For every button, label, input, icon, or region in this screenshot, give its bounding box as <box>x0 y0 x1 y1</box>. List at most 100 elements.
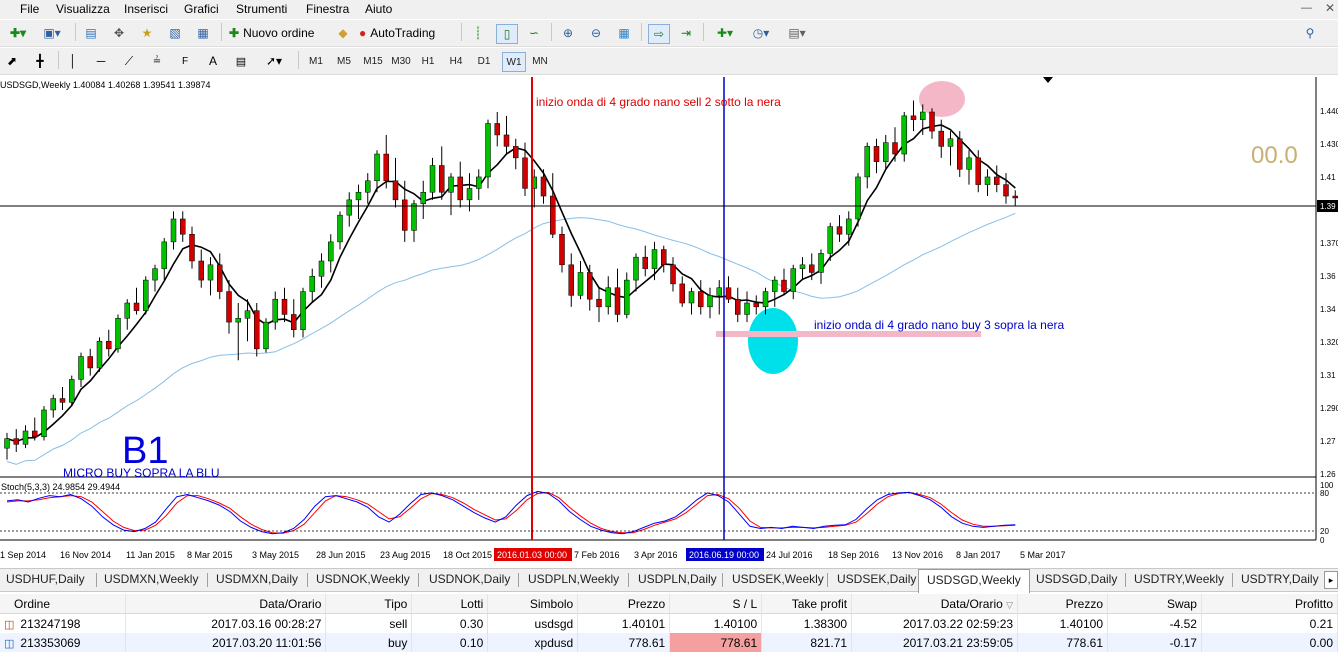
search-icon[interactable]: ⚲ <box>1300 24 1320 42</box>
col-header[interactable]: Data/Orario <box>125 594 327 614</box>
col-header[interactable]: Simbolo <box>487 594 579 614</box>
text-icon[interactable]: A <box>204 52 222 70</box>
tab-usdtry-weekly[interactable]: USDTRY,Weekly <box>1134 572 1224 586</box>
crosshair-icon[interactable]: ╋ <box>30 52 50 70</box>
big-value-label: 00.0 <box>1251 142 1298 169</box>
navigator-icon[interactable]: ★ <box>138 24 156 42</box>
menu-grafici[interactable]: Grafici <box>184 2 219 16</box>
vertical-line-icon[interactable]: │ <box>64 52 82 70</box>
col-header[interactable]: Take profit <box>761 594 853 614</box>
symbol: usdsgd <box>487 613 579 633</box>
minimize-icon[interactable]: — <box>1301 2 1312 14</box>
fibonacci-icon[interactable]: F <box>176 52 194 70</box>
stop-loss: 1.40100 <box>669 613 763 633</box>
col-header[interactable]: Data/Orario ▽ <box>851 594 1019 614</box>
col-header[interactable]: Ordine <box>0 594 127 614</box>
terminal-icon[interactable]: ▧ <box>166 24 184 42</box>
tf-h4[interactable]: H4 <box>446 52 466 70</box>
templates-icon[interactable]: ▤▾ <box>782 24 812 42</box>
autotrading-button[interactable]: ● AutoTrading <box>359 24 455 42</box>
candle <box>115 314 121 353</box>
arrows-icon[interactable]: ➚▾ <box>260 52 288 70</box>
chart-shift-icon[interactable]: ⇥ <box>676 24 696 42</box>
menu-inserisci[interactable]: Inserisci <box>124 2 168 16</box>
tf-m15[interactable]: M15 <box>361 52 385 70</box>
date-label: 8 Jan 2017 <box>956 550 1001 560</box>
col-header[interactable]: Prezzo <box>1017 594 1109 614</box>
close-icon[interactable]: ✕ <box>1325 1 1335 15</box>
profiles-icon[interactable]: ▣▾ <box>37 24 67 42</box>
tab-usdsek-daily[interactable]: USDSEK,Daily <box>837 572 916 586</box>
menu-visualizza[interactable]: Visualizza <box>56 2 110 16</box>
horizontal-line-icon[interactable]: ─ <box>92 52 110 70</box>
tabs-scroll-right-icon[interactable]: ▸ <box>1324 571 1338 589</box>
col-header[interactable]: S / L <box>669 594 763 614</box>
tab-usdnok-daily[interactable]: USDNOK,Daily <box>429 572 510 586</box>
candlestick-icon[interactable]: ▯ <box>496 24 518 44</box>
market-watch-icon[interactable]: ▤ <box>82 24 100 42</box>
tf-m30[interactable]: M30 <box>389 52 413 70</box>
tab-usdsek-weekly[interactable]: USDSEK,Weekly <box>732 572 824 586</box>
trendline-icon[interactable]: ⟋ <box>120 52 138 70</box>
lots: 0.30 <box>411 613 489 633</box>
menu-aiuto[interactable]: Aiuto <box>365 2 392 16</box>
micro-buy-label: MICRO BUY SOPRA LA BLU <box>63 466 220 480</box>
tab-usdtry-daily[interactable]: USDTRY,Daily <box>1241 572 1319 586</box>
col-header[interactable]: Lotti <box>411 594 489 614</box>
col-header[interactable]: Swap <box>1107 594 1202 614</box>
tf-m5[interactable]: M5 <box>334 52 354 70</box>
candle <box>855 173 861 227</box>
menu-file[interactable]: File <box>20 2 39 16</box>
autoscroll-icon[interactable]: ⇨ <box>648 24 670 44</box>
tab-usdsgd-weekly[interactable]: USDSGD,Weekly <box>918 569 1030 593</box>
stoch-label: 20 <box>1320 527 1329 536</box>
tf-d1[interactable]: D1 <box>474 52 494 70</box>
tab-usdpln-weekly[interactable]: USDPLN,Weekly <box>528 572 619 586</box>
tf-h1[interactable]: H1 <box>418 52 438 70</box>
chart-area[interactable]: USDSGD,Weekly 1.40084 1.40268 1.39541 1.… <box>0 77 1338 561</box>
orders-table: Ordine Data/Orario Tipo Lotti Simbolo Pr… <box>0 594 1338 652</box>
periods-icon[interactable]: ◷▾ <box>746 24 776 42</box>
col-header[interactable]: Tipo <box>325 594 413 614</box>
col-header[interactable]: Profitto <box>1201 594 1338 614</box>
menu-strumenti[interactable]: Strumenti <box>236 2 287 16</box>
symbol: xpdusd <box>487 633 579 652</box>
tab-usdhuf-daily[interactable]: USDHUF,Daily <box>6 572 85 586</box>
tab-usdsgd-daily[interactable]: USDSGD,Daily <box>1036 572 1117 586</box>
price-label: 1.440 <box>1320 107 1338 116</box>
cursor-icon[interactable]: ⬈ <box>3 52 21 70</box>
text-label-icon[interactable]: ▤ <box>232 52 250 70</box>
tab-usdnok-weekly[interactable]: USDNOK,Weekly <box>316 572 410 586</box>
tf-m1[interactable]: M1 <box>306 52 326 70</box>
col-header[interactable]: Prezzo <box>577 594 671 614</box>
bar-chart-icon[interactable]: ┊ <box>468 24 488 42</box>
date-label: 24 Jul 2016 <box>766 550 813 560</box>
indicators-icon[interactable]: ✚▾ <box>710 24 740 42</box>
zoom-in-icon[interactable]: ⊕ <box>558 24 578 42</box>
tf-w1[interactable]: W1 <box>502 52 526 72</box>
price-label: 1.41 <box>1320 173 1336 182</box>
table-row[interactable]: ◫ 213353069 2017.03.20 11:01:56 buy 0.10 … <box>0 633 1338 652</box>
candle <box>41 406 47 441</box>
close-time: 2017.03.22 02:59:23 <box>851 613 1019 633</box>
new-chart-icon[interactable]: ✚▾ <box>3 24 33 42</box>
tf-mn[interactable]: MN <box>530 52 550 70</box>
tile-windows-icon[interactable]: ▦ <box>614 24 634 42</box>
tab-usdmxn-weekly[interactable]: USDMXN,Weekly <box>104 572 198 586</box>
zoom-out-icon[interactable]: ⊖ <box>586 24 606 42</box>
stoch-label: 0 <box>1320 536 1325 545</box>
new-order-button[interactable]: ✚ Nuovo ordine <box>229 24 329 42</box>
strategy-tester-icon[interactable]: ▦ <box>194 24 212 42</box>
tab-usdmxn-daily[interactable]: USDMXN,Daily <box>216 572 298 586</box>
tab-usdpln-daily[interactable]: USDPLN,Daily <box>638 572 717 586</box>
data-window-icon[interactable]: ✥ <box>110 24 128 42</box>
price-label: 1.27 <box>1320 437 1336 446</box>
menu-finestra[interactable]: Finestra <box>306 2 349 16</box>
table-row[interactable]: ◫ 213247198 2017.03.16 00:28:27 sell 0.30… <box>0 613 1338 633</box>
line-chart-icon[interactable]: ∽ <box>524 24 544 42</box>
metaeditor-icon[interactable]: ◆ <box>334 24 352 42</box>
orders-header-row: Ordine Data/Orario Tipo Lotti Simbolo Pr… <box>0 594 1338 614</box>
chart-svg[interactable]: USDSGD,Weekly 1.40084 1.40268 1.39541 1.… <box>0 77 1338 561</box>
channel-icon[interactable]: ≟ <box>148 52 166 70</box>
candle <box>69 375 75 407</box>
